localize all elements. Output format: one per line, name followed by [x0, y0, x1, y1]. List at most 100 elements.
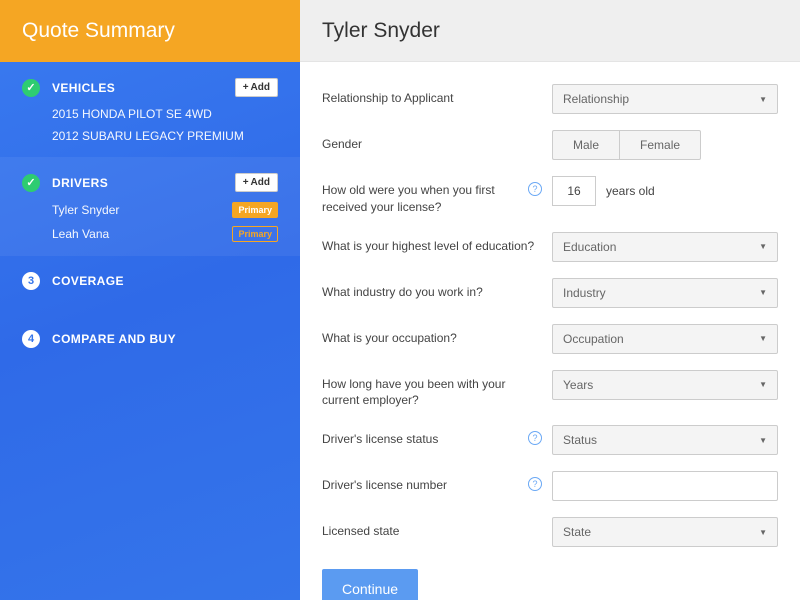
- label-text: Gender: [322, 136, 362, 153]
- list-item[interactable]: 2012 SUBARU LEGACY PREMIUM: [52, 129, 278, 143]
- select-value: Industry: [563, 286, 606, 300]
- field-control: Years ▼: [552, 370, 778, 400]
- employer-years-select[interactable]: Years ▼: [552, 370, 778, 400]
- label-text: How old were you when you first received…: [322, 182, 522, 216]
- chevron-down-icon: ▼: [759, 334, 767, 343]
- sidebar-header: Quote Summary: [0, 0, 300, 62]
- occupation-select[interactable]: Occupation ▼: [552, 324, 778, 354]
- chevron-down-icon: ▼: [759, 95, 767, 104]
- section-title: COMPARE AND BUY: [52, 332, 176, 346]
- section-head: 3 COVERAGE: [22, 272, 278, 290]
- check-icon: ✓: [22, 174, 40, 192]
- select-value: Relationship: [563, 92, 629, 106]
- education-select[interactable]: Education▼: [552, 232, 778, 262]
- add-driver-button[interactable]: +Add: [235, 173, 278, 192]
- add-label: Add: [251, 177, 270, 188]
- chevron-down-icon: ▼: [759, 380, 767, 389]
- help-icon[interactable]: ?: [528, 182, 542, 196]
- license-status-select[interactable]: Status ▼: [552, 425, 778, 455]
- relationship-select[interactable]: Relationship ▼: [552, 84, 778, 114]
- step-number-icon: 3: [22, 272, 40, 290]
- age-input-row: years old: [552, 176, 778, 206]
- section-head: ✓ VEHICLES +Add: [22, 78, 278, 97]
- select-value: Occupation: [563, 332, 624, 346]
- select-value: State: [563, 525, 591, 539]
- field-control: years old: [552, 176, 778, 206]
- primary-badge: Primary: [232, 226, 278, 242]
- field-control: Relationship ▼: [552, 84, 778, 114]
- section-head: ✓ DRIVERS +Add: [22, 173, 278, 192]
- section-title: COVERAGE: [52, 274, 124, 288]
- chevron-down-icon: ▼: [759, 242, 767, 251]
- list-item[interactable]: Leah Vana Primary: [52, 226, 278, 242]
- page-title: Tyler Snyder: [322, 19, 440, 43]
- step-number-icon: 4: [22, 330, 40, 348]
- driver-label: Leah Vana: [52, 227, 109, 241]
- field-control: Status ▼: [552, 425, 778, 455]
- driver-label: Tyler Snyder: [52, 203, 119, 217]
- field-licensed-state: Licensed state State ▼: [322, 517, 778, 547]
- plus-icon: +: [243, 82, 249, 93]
- section-title: VEHICLES: [52, 81, 115, 95]
- sidebar-section-drivers: ✓ DRIVERS +Add Tyler Snyder Primary Leah…: [0, 157, 300, 256]
- chevron-down-icon: ▼: [759, 528, 767, 537]
- check-icon: ✓: [22, 79, 40, 97]
- label-text: What is your highest level of education?: [322, 238, 534, 255]
- add-label: Add: [251, 82, 270, 93]
- plus-icon: +: [243, 177, 249, 188]
- gender-male-button[interactable]: Male: [552, 130, 619, 160]
- vehicle-label: 2012 SUBARU LEGACY PREMIUM: [52, 129, 244, 143]
- license-number-input[interactable]: [552, 471, 778, 501]
- field-label: How long have you been with your current…: [322, 370, 552, 410]
- drivers-list: Tyler Snyder Primary Leah Vana Primary: [22, 202, 278, 242]
- help-icon[interactable]: ?: [528, 477, 542, 491]
- label-text: What is your occupation?: [322, 330, 457, 347]
- licensed-state-select[interactable]: State ▼: [552, 517, 778, 547]
- field-label: Gender: [322, 130, 552, 153]
- label-text: Driver's license status: [322, 431, 438, 448]
- field-control: Occupation ▼: [552, 324, 778, 354]
- label-text: Relationship to Applicant: [322, 90, 453, 107]
- driver-form: Relationship to Applicant Relationship▼ …: [300, 62, 800, 600]
- field-label: How old were you when you first received…: [322, 176, 552, 216]
- label-text: How long have you been with your current…: [322, 376, 542, 410]
- field-license-status: Driver's license status? Status ▼: [322, 425, 778, 455]
- field-control: State ▼: [552, 517, 778, 547]
- sidebar-title: Quote Summary: [22, 19, 175, 43]
- section-title: DRIVERS: [52, 176, 108, 190]
- label-text: Driver's license number: [322, 477, 447, 494]
- label-text: Licensed state: [322, 523, 399, 540]
- help-icon[interactable]: ?: [528, 431, 542, 445]
- field-control: Education▼: [552, 232, 778, 262]
- field-label: Driver's license status?: [322, 425, 552, 448]
- select-value: Years: [563, 378, 593, 392]
- main-panel: Tyler Snyder Relationship to Applicant R…: [300, 0, 800, 600]
- vehicles-list: 2015 HONDA PILOT SE 4WD 2012 SUBARU LEGA…: [22, 107, 278, 143]
- select-value: Status: [563, 433, 597, 447]
- field-education: What is your highest level of education?…: [322, 232, 778, 262]
- primary-badge: Primary: [232, 202, 278, 218]
- field-label: What is your occupation?: [322, 324, 552, 347]
- gender-female-button[interactable]: Female: [619, 130, 701, 160]
- list-item[interactable]: 2015 HONDA PILOT SE 4WD: [52, 107, 278, 121]
- chevron-down-icon: ▼: [759, 436, 767, 445]
- sidebar-section-compare[interactable]: 4 COMPARE AND BUY: [0, 314, 300, 372]
- continue-button[interactable]: Continue: [322, 569, 418, 600]
- age-licensed-input[interactable]: [552, 176, 596, 206]
- chevron-down-icon: ▼: [759, 288, 767, 297]
- field-industry: What industry do you work in? Industry ▼: [322, 278, 778, 308]
- list-item[interactable]: Tyler Snyder Primary: [52, 202, 278, 218]
- label-text: What industry do you work in?: [322, 284, 483, 301]
- field-label: What industry do you work in?: [322, 278, 552, 301]
- sidebar-section-coverage[interactable]: 3 COVERAGE: [0, 256, 300, 314]
- section-head-left: ✓ VEHICLES: [22, 79, 115, 97]
- add-vehicle-button[interactable]: +Add: [235, 78, 278, 97]
- field-label: Relationship to Applicant: [322, 84, 552, 107]
- field-control: Male Female: [552, 130, 778, 160]
- field-relationship: Relationship to Applicant Relationship ▼: [322, 84, 778, 114]
- main-header: Tyler Snyder: [300, 0, 800, 62]
- section-head-left: 3 COVERAGE: [22, 272, 124, 290]
- section-head-left: 4 COMPARE AND BUY: [22, 330, 176, 348]
- industry-select[interactable]: Industry ▼: [552, 278, 778, 308]
- field-gender: Gender Male Female: [322, 130, 778, 160]
